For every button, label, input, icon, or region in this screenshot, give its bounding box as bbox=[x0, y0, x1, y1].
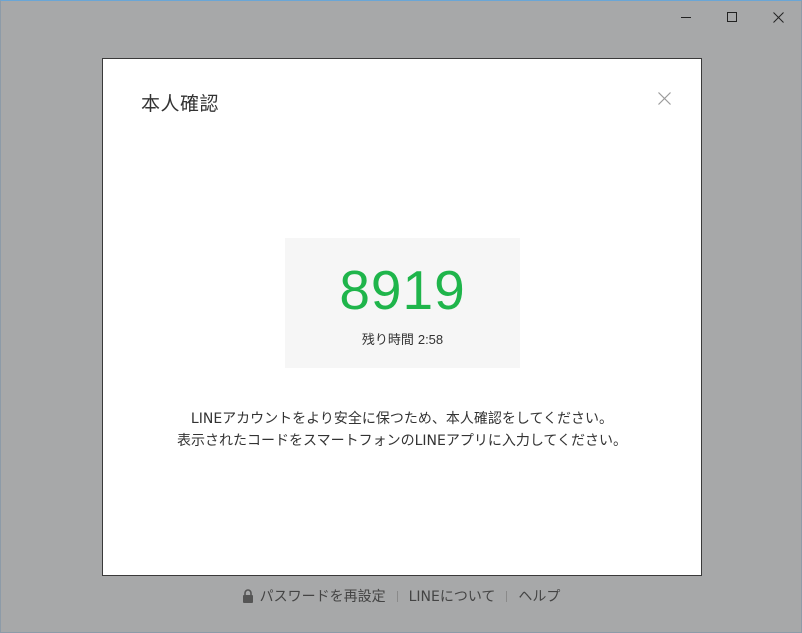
minimize-button[interactable] bbox=[663, 1, 709, 33]
maximize-icon bbox=[727, 12, 737, 22]
lock-icon bbox=[242, 589, 253, 603]
dialog-close-button[interactable] bbox=[651, 85, 677, 111]
minimize-icon bbox=[681, 17, 691, 18]
instruction-line-1: LINEアカウントをより安全に保つため、本人確認をしてください。 bbox=[190, 411, 614, 427]
dialog-title: 本人確認 bbox=[141, 93, 220, 115]
verification-code: 8919 bbox=[339, 259, 466, 321]
reset-password-link[interactable]: パスワードを再設定 bbox=[242, 586, 386, 606]
remaining-time: 残り時間 2:58 bbox=[285, 329, 520, 348]
verification-code-box: 8919 残り時間 2:58 bbox=[285, 238, 520, 368]
remaining-time-value: 2:58 bbox=[417, 332, 444, 347]
about-line-link[interactable]: LINEについて bbox=[409, 586, 496, 606]
footer-links: パスワードを再設定 LINEについて ヘルプ bbox=[1, 585, 801, 607]
close-icon bbox=[772, 11, 784, 23]
window-close-button[interactable] bbox=[755, 1, 801, 33]
app-window: 本人確認 8919 残り時間 2:58 LINEアカウントをより安全に保つため、本… bbox=[0, 0, 802, 633]
footer-divider bbox=[506, 590, 508, 602]
instruction-line-2: 表示されたコードをスマートフォンのLINEアプリに入力してください。 bbox=[177, 433, 627, 449]
footer-divider bbox=[396, 590, 398, 602]
window-controls bbox=[663, 1, 801, 33]
close-icon bbox=[657, 91, 671, 105]
help-link[interactable]: ヘルプ bbox=[518, 586, 560, 606]
maximize-button[interactable] bbox=[709, 1, 755, 33]
remaining-time-label: 残り時間 bbox=[361, 333, 414, 348]
instruction-text: LINEアカウントをより安全に保つため、本人確認をしてください。 表示されたコー… bbox=[103, 408, 701, 452]
reset-password-label: パスワードを再設定 bbox=[259, 589, 386, 605]
verification-dialog: 本人確認 8919 残り時間 2:58 LINEアカウントをより安全に保つため、本… bbox=[102, 58, 702, 576]
